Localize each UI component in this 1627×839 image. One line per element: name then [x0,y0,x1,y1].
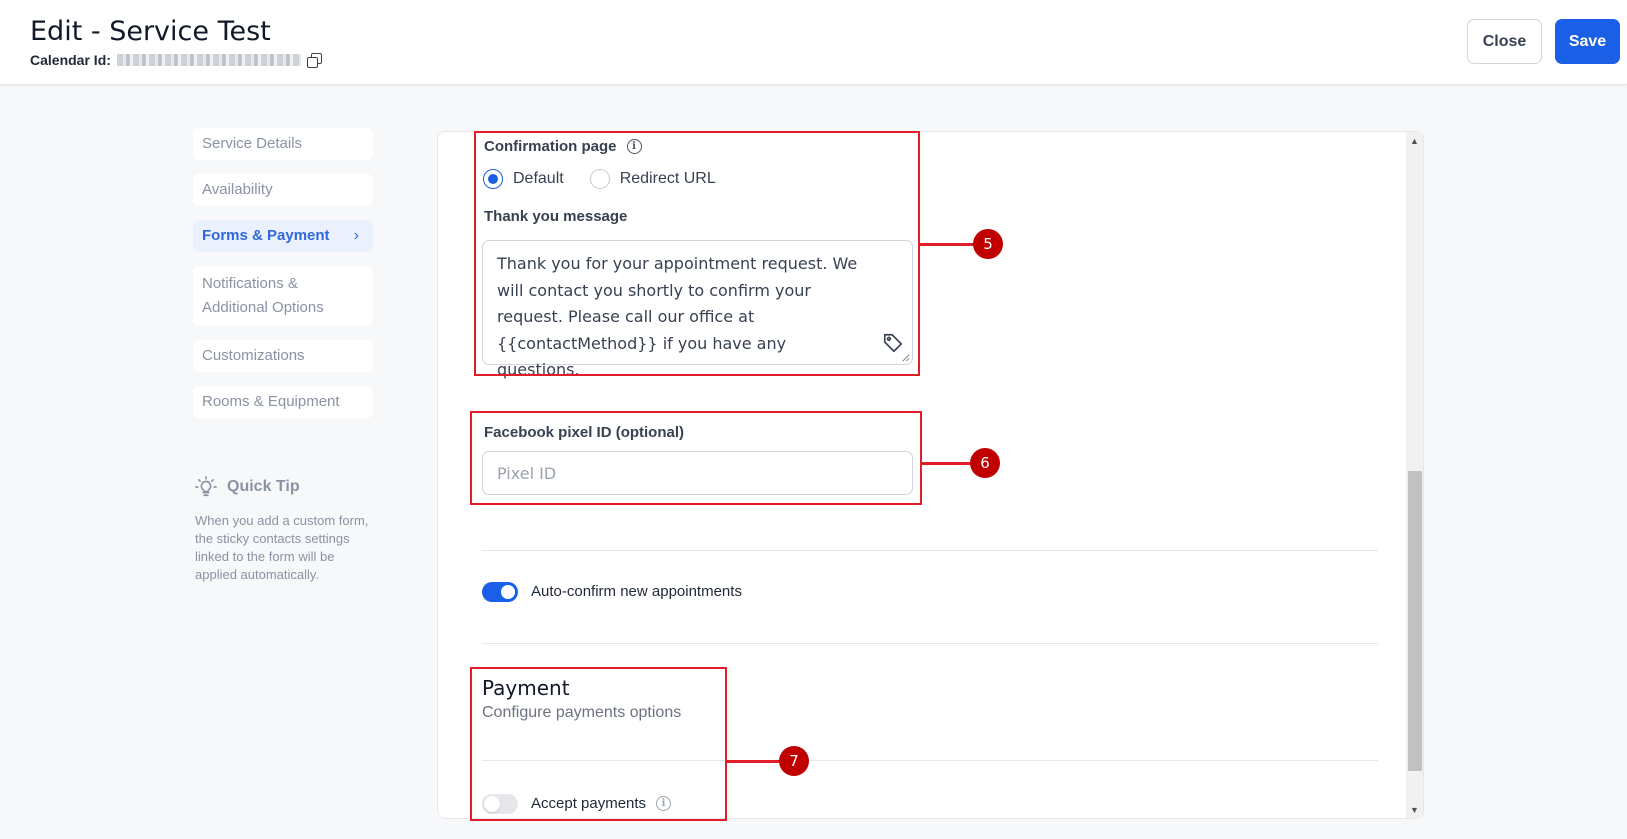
quick-tip: Quick Tip When you add a custom form, th… [195,476,375,584]
radio-redirect-url-label: Redirect URL [619,170,716,187]
divider [482,643,1378,644]
facebook-pixel-placeholder: Pixel ID [497,463,557,483]
divider [482,550,1378,551]
confirmation-page-heading: Confirmation page i [484,138,642,155]
facebook-pixel-label: Facebook pixel ID (optional) [484,424,685,441]
sidebar-item-availability[interactable]: Availability [193,174,373,206]
radio-default[interactable] [483,169,503,189]
page-header: Edit - Service Test Calendar Id: Close S… [0,0,1627,85]
thank-you-message-textarea[interactable]: Thank you for your appointment request. … [482,240,913,379]
annotation-line-7 [727,760,782,763]
annotation-badge-5: 5 [973,229,1003,259]
calendar-id-value-redacted [116,54,301,66]
scroll-up-arrow-icon[interactable]: ▲ [1406,132,1423,149]
page-title: Edit - Service Test [30,16,271,47]
quick-tip-text: When you add a custom form, the sticky c… [195,513,369,582]
quick-tip-title: Quick Tip [227,478,300,495]
radio-redirect-url[interactable] [589,169,610,189]
sidebar-item-rooms-equipment[interactable]: Rooms & Equipment [193,386,373,418]
annotation-line-6 [922,462,974,465]
resize-handle-icon[interactable] [901,353,910,362]
copy-icon[interactable] [306,53,322,68]
auto-confirm-toggle[interactable] [482,582,518,602]
chevron-right-icon: › [353,227,359,244]
thank-you-message-text: Thank you for your appointment request. … [497,254,858,379]
scrollbar-thumb[interactable] [1408,471,1422,771]
radio-default-label: Default [513,170,564,187]
payment-title: Payment [482,676,570,700]
tag-icon[interactable] [882,332,904,354]
accept-payments-label: Accept payments [531,795,647,812]
sidebar-item-label: Forms & Payment [202,227,330,244]
accept-payments-row: Accept payments i [531,795,672,812]
sidebar-item-forms-payment[interactable]: Forms & Payment › [193,220,373,252]
confirmation-page-label: Confirmation page [484,138,617,155]
auto-confirm-label: Auto-confirm new appointments [531,583,742,600]
sidebar-item-customizations[interactable]: Customizations [193,340,373,372]
lightbulb-icon [195,476,217,497]
sidebar-item-service-details[interactable]: Service Details [193,128,373,160]
accept-payments-toggle[interactable] [482,794,518,814]
scroll-down-arrow-icon[interactable]: ▼ [1406,801,1423,818]
annotation-badge-7: 7 [779,746,809,776]
sidebar-nav: Service Details Availability Forms & Pay… [193,128,373,432]
settings-panel: Confirmation page i Default Redirect URL… [437,131,1424,819]
info-icon[interactable]: i [626,139,642,154]
sidebar-item-notifications[interactable]: Notifications & Additional Options [193,266,373,326]
thank-you-message-label: Thank you message [484,208,628,225]
save-button[interactable]: Save [1555,19,1620,64]
divider [482,760,1378,761]
payment-subtitle: Configure payments options [482,704,682,721]
facebook-pixel-input[interactable]: Pixel ID [482,451,913,495]
confirmation-page-options: Default Redirect URL [483,169,716,189]
annotation-badge-6: 6 [970,448,1000,478]
annotation-line-5 [920,243,976,246]
scrollbar[interactable]: ▲ ▼ [1406,132,1423,818]
info-icon[interactable]: i [656,796,672,811]
calendar-id-label: Calendar Id: [30,52,111,68]
quick-tip-header: Quick Tip [195,476,375,498]
close-button[interactable]: Close [1467,19,1542,64]
calendar-id: Calendar Id: [30,52,322,68]
